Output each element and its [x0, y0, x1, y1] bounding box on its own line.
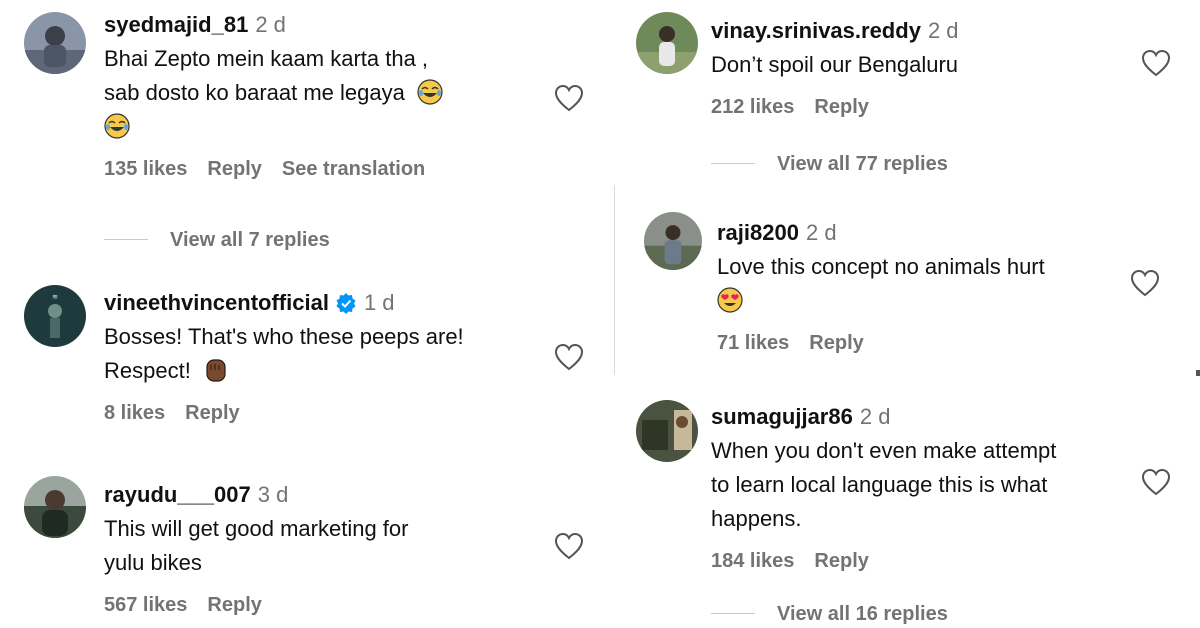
like-heart-icon[interactable]	[554, 343, 584, 371]
like-heart-icon[interactable]	[1141, 468, 1171, 496]
scrollbar-edge[interactable]	[1196, 370, 1200, 376]
like-heart-icon[interactable]	[1141, 49, 1171, 77]
likes-count[interactable]: 8 likes	[104, 402, 165, 424]
comment-actions: 184 likes Reply	[711, 550, 1141, 573]
timestamp[interactable]: 2 d	[860, 404, 891, 429]
username[interactable]: raji8200	[717, 220, 799, 245]
like-heart-icon[interactable]	[1130, 269, 1160, 297]
like-heart-icon[interactable]	[554, 532, 584, 560]
comment-text: This will get good marketing for yulu bi…	[104, 516, 409, 575]
username[interactable]: rayudu___007	[104, 482, 251, 507]
reply-button[interactable]: Reply	[207, 158, 261, 180]
username[interactable]: vinay.srinivas.reddy	[711, 18, 921, 43]
timestamp[interactable]: 1 d	[364, 290, 395, 315]
avatar[interactable]	[24, 476, 86, 538]
username[interactable]: vineethvincentofficial	[104, 290, 329, 315]
avatar[interactable]	[636, 12, 698, 74]
like-heart-icon[interactable]	[554, 84, 584, 112]
timestamp[interactable]: 2 d	[928, 18, 959, 43]
timestamp[interactable]: 3 d	[258, 482, 289, 507]
reply-button[interactable]: Reply	[185, 402, 239, 424]
likes-count[interactable]: 135 likes	[104, 158, 187, 180]
view-replies-button[interactable]: View all 7 replies	[104, 229, 330, 252]
raised-fist-icon	[203, 357, 229, 383]
comment-actions: 71 likes Reply	[717, 332, 1137, 355]
comment-text: When you don't even make attempt to lear…	[711, 438, 1057, 531]
reply-button[interactable]: Reply	[814, 96, 868, 118]
face-with-tears-of-joy-icon	[417, 79, 443, 105]
view-replies-button[interactable]: View all 77 replies	[711, 153, 948, 176]
timestamp[interactable]: 2 d	[806, 220, 837, 245]
avatar[interactable]: ≋	[24, 285, 86, 347]
likes-count[interactable]: 184 likes	[711, 550, 794, 572]
face-with-tears-of-joy-icon	[104, 113, 130, 139]
comment-actions: 8 likes Reply	[104, 402, 544, 425]
likes-count[interactable]: 71 likes	[717, 332, 789, 354]
svg-text:≋: ≋	[52, 293, 58, 301]
comment-actions: 212 likes Reply	[711, 96, 1131, 119]
heart-eyes-icon	[717, 287, 743, 313]
comment-actions: 567 likes Reply	[104, 594, 544, 617]
timestamp[interactable]: 2 d	[255, 12, 286, 37]
see-translation-button[interactable]: See translation	[282, 158, 425, 180]
username[interactable]: syedmajid_81	[104, 12, 248, 37]
comment-actions: 135 likes Reply See translation	[104, 158, 544, 181]
avatar[interactable]	[636, 400, 698, 462]
avatar[interactable]	[24, 12, 86, 74]
divider-line	[711, 163, 755, 164]
comment-text: Bosses! That's who these peeps are! Resp…	[104, 324, 464, 383]
likes-count[interactable]: 567 likes	[104, 594, 187, 616]
comment-text: Don’t spoil our Bengaluru	[711, 52, 959, 77]
comment-text: Bhai Zepto mein kaam karta tha , sab dos…	[104, 42, 544, 144]
thread-divider	[614, 185, 615, 375]
reply-button[interactable]: Reply	[814, 550, 868, 572]
divider-line	[711, 613, 755, 614]
verified-badge-icon	[335, 292, 357, 314]
view-replies-button[interactable]: View all 16 replies	[711, 603, 948, 626]
comment-text: Love this concept no animals hurt	[717, 250, 1137, 318]
reply-button[interactable]: Reply	[207, 594, 261, 616]
avatar[interactable]	[644, 212, 702, 270]
reply-button[interactable]: Reply	[809, 332, 863, 354]
username[interactable]: sumagujjar86	[711, 404, 853, 429]
likes-count[interactable]: 212 likes	[711, 96, 794, 118]
divider-line	[104, 239, 148, 240]
